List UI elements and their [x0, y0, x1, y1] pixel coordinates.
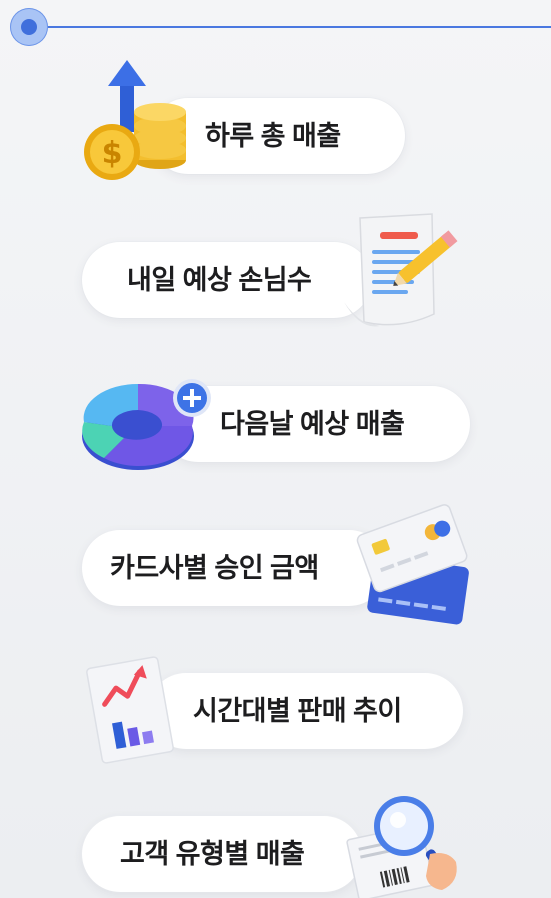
menu-item-daily-sales[interactable]: 하루 총 매출 — [150, 98, 405, 174]
menu-item-label: 고객 유형별 매출 — [120, 839, 305, 869]
magnifier-receipt-icon — [338, 792, 468, 898]
menu-item-card-approval-amount[interactable]: 카드사별 승인 금액 — [82, 530, 387, 606]
svg-text:$: $ — [102, 136, 123, 171]
menu-item-sales-trend-by-hour[interactable]: 시간대별 판매 추이 — [148, 673, 463, 749]
menu-item-label: 하루 총 매출 — [205, 121, 341, 151]
menu-item-label: 내일 예상 손님수 — [127, 265, 312, 295]
menu-item-expected-guests[interactable]: 내일 예상 손님수 — [82, 242, 372, 318]
menu-item-label: 다음날 예상 매출 — [220, 409, 405, 439]
header-line — [40, 26, 551, 28]
coins-arrow-up-icon: $ — [78, 60, 188, 182]
header-dot-icon — [10, 8, 48, 46]
credit-cards-icon — [352, 500, 472, 630]
menu-item-label: 카드사별 승인 금액 — [110, 553, 319, 583]
menu-item-sales-by-customer-type[interactable]: 고객 유형별 매출 — [82, 816, 362, 892]
menu-item-label: 시간대별 판매 추이 — [193, 696, 402, 726]
donut-chart-plus-icon — [80, 376, 215, 476]
receipt-pencil-icon — [340, 210, 465, 335]
trend-report-icon — [80, 650, 180, 770]
